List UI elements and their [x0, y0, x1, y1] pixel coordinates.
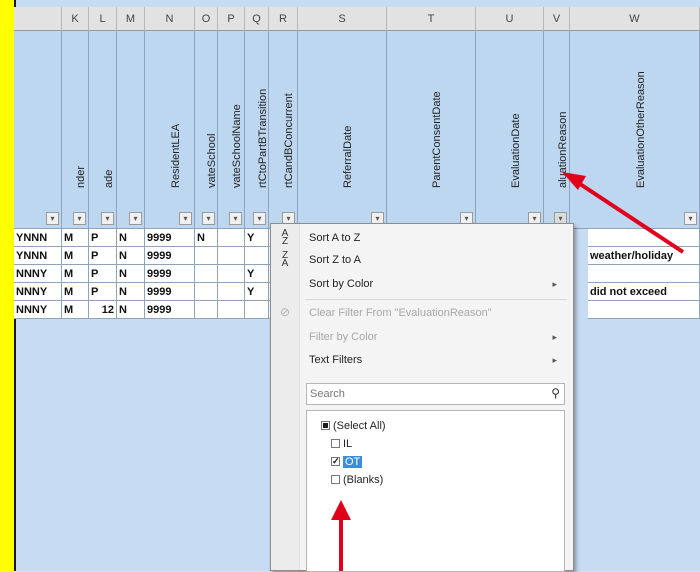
red-arrow-to-checked-item	[331, 500, 351, 571]
red-arrow-to-filter-button	[562, 172, 685, 254]
annotation-overlay	[331, 172, 685, 571]
